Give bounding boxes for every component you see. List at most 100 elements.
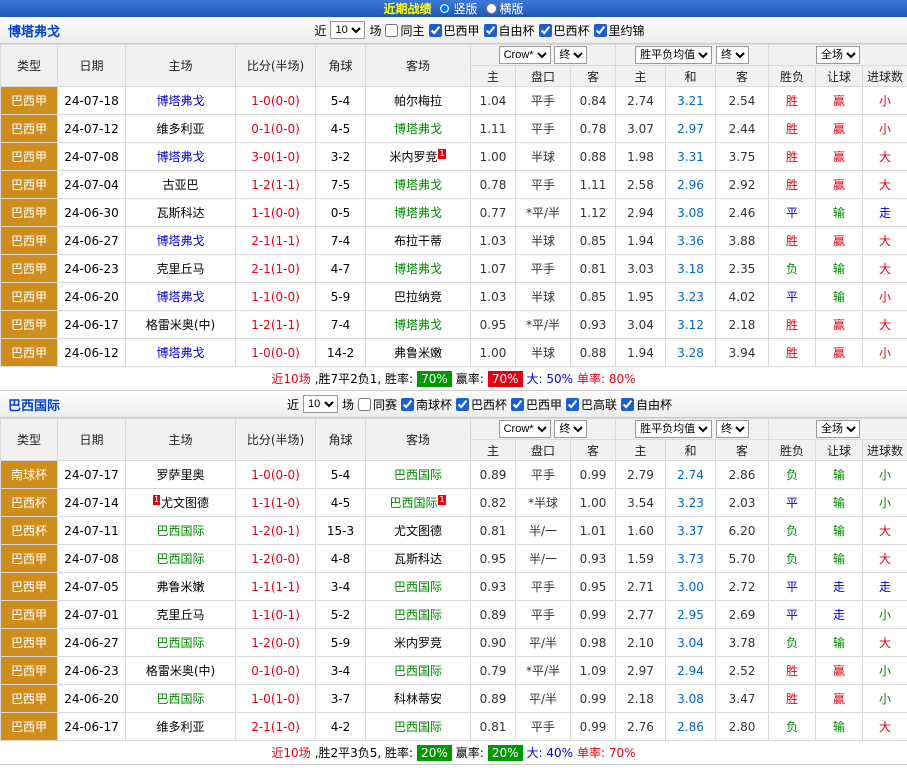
avg-home: 1.59 bbox=[616, 545, 666, 573]
home-team: 格雷米奥(中) bbox=[126, 657, 236, 685]
league-filter[interactable]: 巴高联 bbox=[566, 396, 617, 413]
avg-home: 2.76 bbox=[616, 713, 666, 741]
handicap-outcome: 赢 bbox=[816, 339, 863, 367]
team-link[interactable]: 巴西国际 bbox=[394, 608, 442, 622]
col-home-header: 主场 bbox=[126, 419, 236, 461]
avg-home: 3.07 bbox=[616, 115, 666, 143]
odds-source-select[interactable]: Crow* bbox=[499, 46, 551, 64]
same-filter[interactable]: 同赛 bbox=[358, 396, 397, 413]
team-link[interactable]: 巴西国际 bbox=[156, 524, 204, 538]
odds-away: 1.09 bbox=[571, 657, 616, 685]
league-checkbox[interactable] bbox=[539, 24, 552, 37]
odds-handicap: 半球 bbox=[516, 339, 571, 367]
corner-count: 3-7 bbox=[316, 685, 366, 713]
team-link[interactable]: 尤文图德 bbox=[161, 496, 209, 510]
team-title[interactable]: 巴西国际 bbox=[8, 395, 60, 414]
team-link[interactable]: 巴拉纳竞 bbox=[394, 290, 442, 304]
match-count-select[interactable]: 10 bbox=[330, 21, 365, 39]
version-radio[interactable] bbox=[439, 3, 450, 14]
section-header-bar: 巴西国际 近 10 场 同赛 南球杯巴西杯巴西甲巴高联自由杯 bbox=[0, 391, 907, 418]
team-link[interactable]: 维多利亚 bbox=[156, 720, 204, 734]
same-filter-checkbox[interactable] bbox=[385, 24, 398, 37]
league-checkbox[interactable] bbox=[429, 24, 442, 37]
team-link[interactable]: 米内罗竞 bbox=[389, 150, 437, 164]
team-link[interactable]: 克里丘马 bbox=[156, 608, 204, 622]
team-link[interactable]: 博塔弗戈 bbox=[394, 206, 442, 220]
league-filter[interactable]: 里约锦 bbox=[594, 22, 645, 39]
team-link[interactable]: 巴西国际 bbox=[394, 720, 442, 734]
team-link[interactable]: 博塔弗戈 bbox=[156, 290, 204, 304]
league-filter[interactable]: 巴西杯 bbox=[539, 22, 590, 39]
team-link[interactable]: 博塔弗戈 bbox=[394, 178, 442, 192]
team-link[interactable]: 弗鲁米嫩 bbox=[156, 580, 204, 594]
match-count-select[interactable]: 10 bbox=[303, 395, 338, 413]
team-link[interactable]: 巴西国际 bbox=[394, 664, 442, 678]
team-link[interactable]: 博塔弗戈 bbox=[156, 150, 204, 164]
team-link[interactable]: 巴西国际 bbox=[156, 636, 204, 650]
league-type: 巴西甲 bbox=[1, 685, 58, 713]
team-link[interactable]: 米内罗竞 bbox=[394, 636, 442, 650]
team-link[interactable]: 博塔弗戈 bbox=[156, 346, 204, 360]
match-row: 巴西甲24-06-20巴西国际1-0(1-0)3-7科林蒂安0.89平/半0.9… bbox=[1, 685, 907, 713]
league-checkbox[interactable] bbox=[456, 398, 469, 411]
team-link[interactable]: 科林蒂安 bbox=[394, 692, 442, 706]
league-filter[interactable]: 巴西甲 bbox=[429, 22, 480, 39]
team-link[interactable]: 巴西国际 bbox=[156, 552, 204, 566]
team-link[interactable]: 巴西国际 bbox=[156, 692, 204, 706]
away-team: 巴西国际1 bbox=[366, 489, 471, 517]
team-link[interactable]: 巴西国际 bbox=[394, 580, 442, 594]
same-filter-checkbox[interactable] bbox=[358, 398, 371, 411]
league-filter[interactable]: 巴西甲 bbox=[511, 396, 562, 413]
odds-final-select[interactable]: 终 bbox=[554, 46, 587, 64]
layout-option-vertical[interactable]: 竖版 bbox=[439, 0, 477, 17]
league-checkbox[interactable] bbox=[566, 398, 579, 411]
team-link[interactable]: 博塔弗戈 bbox=[156, 94, 204, 108]
league-checkbox[interactable] bbox=[511, 398, 524, 411]
team-link[interactable]: 博塔弗戈 bbox=[156, 234, 204, 248]
scope-select[interactable]: 全场 bbox=[816, 420, 860, 438]
corner-count: 7-5 bbox=[316, 171, 366, 199]
league-filter[interactable]: 自由杯 bbox=[621, 396, 672, 413]
layout-option-horizontal[interactable]: 横版 bbox=[486, 0, 524, 17]
team-link[interactable]: 布拉干蒂 bbox=[394, 234, 442, 248]
team-link[interactable]: 格雷米奥(中) bbox=[146, 664, 215, 678]
goals-outcome: 小 bbox=[863, 657, 907, 685]
same-filter[interactable]: 同主 bbox=[385, 22, 424, 39]
team-link[interactable]: 古亚巴 bbox=[162, 178, 198, 192]
odds-final-select[interactable]: 终 bbox=[554, 420, 587, 438]
scope-select[interactable]: 全场 bbox=[816, 46, 860, 64]
team-title[interactable]: 博塔弗戈 bbox=[8, 21, 60, 40]
result-outcome: 平 bbox=[769, 199, 816, 227]
league-filter[interactable]: 巴西杯 bbox=[456, 396, 507, 413]
league-checkbox[interactable] bbox=[484, 24, 497, 37]
team-link[interactable]: 格雷米奥(中) bbox=[146, 318, 215, 332]
team-link[interactable]: 帕尔梅拉 bbox=[394, 94, 442, 108]
team-link[interactable]: 克里丘马 bbox=[156, 262, 204, 276]
odds-home-header: 主 bbox=[471, 66, 516, 87]
team-link[interactable]: 尤文图德 bbox=[394, 524, 442, 538]
team-link[interactable]: 维多利亚 bbox=[156, 122, 204, 136]
team-link[interactable]: 博塔弗戈 bbox=[394, 262, 442, 276]
avg-source-select[interactable]: 胜平负均值 bbox=[635, 420, 712, 438]
version-radio[interactable] bbox=[486, 3, 497, 14]
team-link[interactable]: 博塔弗戈 bbox=[394, 122, 442, 136]
league-checkbox[interactable] bbox=[594, 24, 607, 37]
team-link[interactable]: 罗萨里奥 bbox=[156, 468, 204, 482]
team-link[interactable]: 瓦斯科达 bbox=[156, 206, 204, 220]
league-checkbox[interactable] bbox=[621, 398, 634, 411]
odds-source-select[interactable]: Crow* bbox=[499, 420, 551, 438]
avg-source-select[interactable]: 胜平负均值 bbox=[635, 46, 712, 64]
league-filter[interactable]: 南球杯 bbox=[401, 396, 452, 413]
team-link[interactable]: 巴西国际 bbox=[389, 496, 437, 510]
odds-home: 0.79 bbox=[471, 657, 516, 685]
team-link[interactable]: 博塔弗戈 bbox=[394, 318, 442, 332]
team-link[interactable]: 弗鲁米嫩 bbox=[394, 346, 442, 360]
league-filter[interactable]: 自由杯 bbox=[484, 22, 535, 39]
league-checkbox[interactable] bbox=[401, 398, 414, 411]
avg-final-select[interactable]: 终 bbox=[716, 46, 749, 64]
team-link[interactable]: 巴西国际 bbox=[394, 468, 442, 482]
team-link[interactable]: 瓦斯科达 bbox=[394, 552, 442, 566]
league-type: 巴西甲 bbox=[1, 545, 58, 573]
avg-final-select[interactable]: 终 bbox=[716, 420, 749, 438]
goals-outcome: 小 bbox=[863, 283, 907, 311]
